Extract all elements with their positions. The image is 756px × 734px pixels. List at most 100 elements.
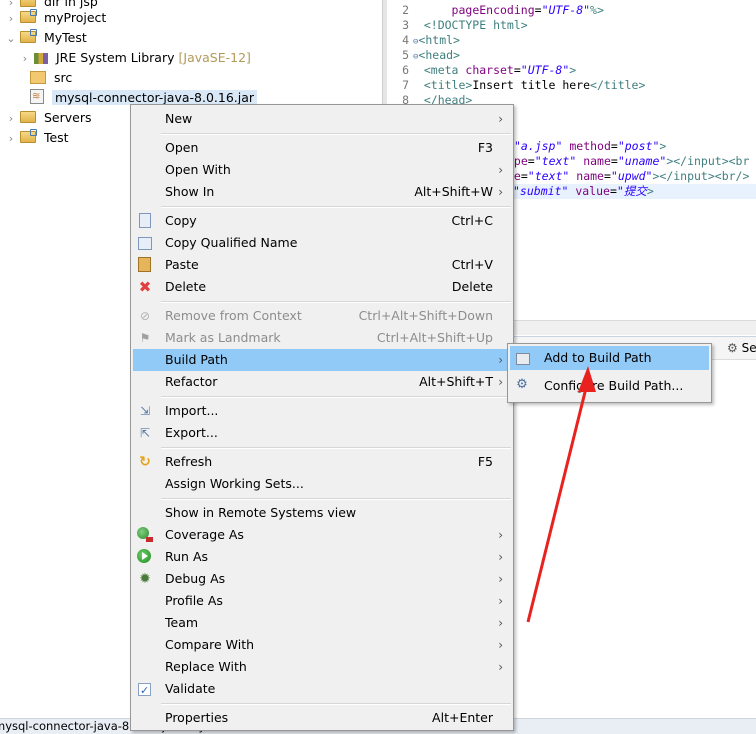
code-token: "upwd": [610, 169, 653, 183]
code-token: "提交: [616, 184, 647, 198]
tree-item-test[interactable]: › Test: [6, 128, 69, 148]
refresh-icon: ↻: [139, 454, 151, 470]
code-line: ="a.jsp" method="post">: [507, 139, 666, 154]
chevron-right-icon[interactable]: ›: [6, 129, 16, 149]
code-token: method: [569, 139, 611, 153]
menu-item-label: Open: [165, 140, 199, 155]
menu-item-label: Debug As: [165, 571, 226, 586]
menu-item-label: Delete: [165, 279, 207, 294]
menu-separator: [161, 133, 511, 135]
library-icon: [33, 53, 48, 64]
menu-item-label: Show in Remote Systems view: [165, 505, 357, 520]
menu-item-configure-build-path[interactable]: ⚙ Configure Build Path...: [510, 374, 709, 398]
menu-item-export[interactable]: ⇱ Export...: [133, 422, 511, 444]
run-icon: [137, 549, 151, 563]
code-token: =: [520, 169, 528, 183]
menu-item-assign-working-sets[interactable]: Assign Working Sets...: [133, 473, 511, 495]
coverage-icon: [137, 527, 153, 542]
code-token: name: [583, 154, 611, 168]
menu-item-label: Profile As: [165, 593, 223, 608]
project-icon: [19, 29, 37, 43]
menu-item-shortcut: Delete: [451, 279, 493, 294]
menu-item-copy[interactable]: Copy Ctrl+C: [133, 210, 511, 232]
submenu-arrow-icon: ›: [498, 163, 503, 177]
menu-item-delete[interactable]: ✖ Delete Delete: [133, 276, 511, 298]
menu-item-paste[interactable]: Paste Ctrl+V: [133, 254, 511, 276]
submenu-arrow-icon: ›: [498, 638, 503, 652]
menu-item-validate[interactable]: Validate: [133, 678, 511, 702]
submenu-arrow-icon: ›: [498, 112, 503, 126]
code-token: "post": [617, 139, 660, 153]
jar-icon: [30, 87, 44, 107]
code-token: =: [534, 3, 542, 17]
chevron-right-icon[interactable]: ›: [6, 9, 16, 29]
code-token: "UTF-8": [541, 3, 591, 17]
menu-item-properties[interactable]: Properties Alt+Enter: [133, 707, 511, 729]
code-token: =: [527, 154, 535, 168]
code-token: =: [610, 139, 618, 153]
code-token: </title>: [590, 78, 646, 92]
line-number: 3: [402, 18, 409, 32]
submenu-arrow-icon: ›: [498, 375, 503, 389]
tree-item-mytest[interactable]: ⌄ MyTest: [6, 28, 87, 48]
tree-item-src[interactable]: src: [30, 68, 72, 88]
menu-item-profile-as[interactable]: Profile As ›: [133, 590, 511, 612]
menu-separator: [161, 396, 511, 398]
remove-context-icon: ⊘: [139, 309, 151, 323]
menu-item-import[interactable]: ⇲ Import...: [133, 400, 511, 422]
servers-tab[interactable]: ⚙ Se: [727, 341, 756, 355]
code-token: "UTF-8": [520, 63, 570, 77]
menu-item-refactor[interactable]: Refactor Alt+Shift+T ›: [133, 371, 511, 393]
code-line: 2 pageEncoding="UTF-8"%>: [387, 3, 604, 18]
menu-item-build-path[interactable]: Build Path ›: [133, 349, 511, 371]
menu-item-shortcut: Alt+Shift+W: [414, 184, 493, 199]
chevron-down-icon[interactable]: ⌄: [6, 29, 16, 49]
code-token: "submit": [513, 184, 569, 198]
menu-item-open[interactable]: Open F3: [133, 137, 511, 159]
menu-item-coverage-as[interactable]: Coverage As ›: [133, 524, 511, 546]
menu-item-copy-qualified-name[interactable]: Copy Qualified Name: [133, 232, 511, 254]
menu-item-show-in[interactable]: Show In Alt+Shift+W ›: [133, 181, 511, 203]
code-token: >: [646, 184, 654, 198]
menu-item-label: Properties: [165, 710, 229, 725]
menu-item-debug-as[interactable]: ✹ Debug As ›: [133, 568, 511, 590]
submenu-arrow-icon: ›: [498, 660, 503, 674]
submenu-arrow-icon: ›: [498, 616, 503, 630]
code-token: <head>: [418, 48, 460, 62]
menu-item-refresh[interactable]: ↻ Refresh F5: [133, 451, 511, 473]
menu-item-label: Import...: [165, 403, 219, 418]
menu-item-label: Coverage As: [165, 527, 244, 542]
tree-item-servers[interactable]: › Servers: [6, 108, 92, 129]
tree-item-myproject[interactable]: › myProject: [6, 8, 106, 28]
line-number: 6: [402, 63, 409, 77]
landmark-icon: ⚑: [139, 331, 151, 345]
menu-item-label: Validate: [165, 681, 216, 696]
code-token: "text": [527, 169, 570, 183]
menu-item-replace-with[interactable]: Replace With ›: [133, 656, 511, 678]
menu-item-label: Build Path: [165, 352, 228, 367]
menu-item-compare-with[interactable]: Compare With ›: [133, 634, 511, 656]
code-line: "submit" value="提交>: [513, 184, 756, 199]
tree-item-jre-system-library[interactable]: › JRE System Library [JavaSE-12]: [20, 48, 251, 68]
menu-item-team[interactable]: Team ›: [133, 612, 511, 634]
menu-item-open-with[interactable]: Open With ›: [133, 159, 511, 181]
menu-item-shortcut: F5: [477, 454, 493, 469]
menu-item-label: Compare With: [165, 637, 255, 652]
menu-item-run-as[interactable]: Run As ›: [133, 546, 511, 568]
line-number: 7: [402, 78, 409, 92]
import-icon: ⇲: [139, 404, 151, 418]
chevron-right-icon[interactable]: ›: [20, 49, 30, 69]
configure-build-path-icon: ⚙: [516, 377, 528, 392]
library-decoration: [JavaSE-12]: [178, 50, 251, 65]
menu-item-add-to-build-path[interactable]: Add to Build Path: [510, 346, 709, 370]
menu-item-show-in-remote-systems-view[interactable]: Show in Remote Systems view: [133, 502, 511, 524]
menu-item-new[interactable]: New ›: [133, 108, 511, 130]
menu-item-shortcut: Alt+Shift+T: [419, 374, 493, 389]
source-folder-icon: [30, 71, 46, 84]
code-line: 3 <!DOCTYPE html>: [387, 18, 528, 33]
chevron-right-icon[interactable]: ›: [6, 109, 16, 129]
